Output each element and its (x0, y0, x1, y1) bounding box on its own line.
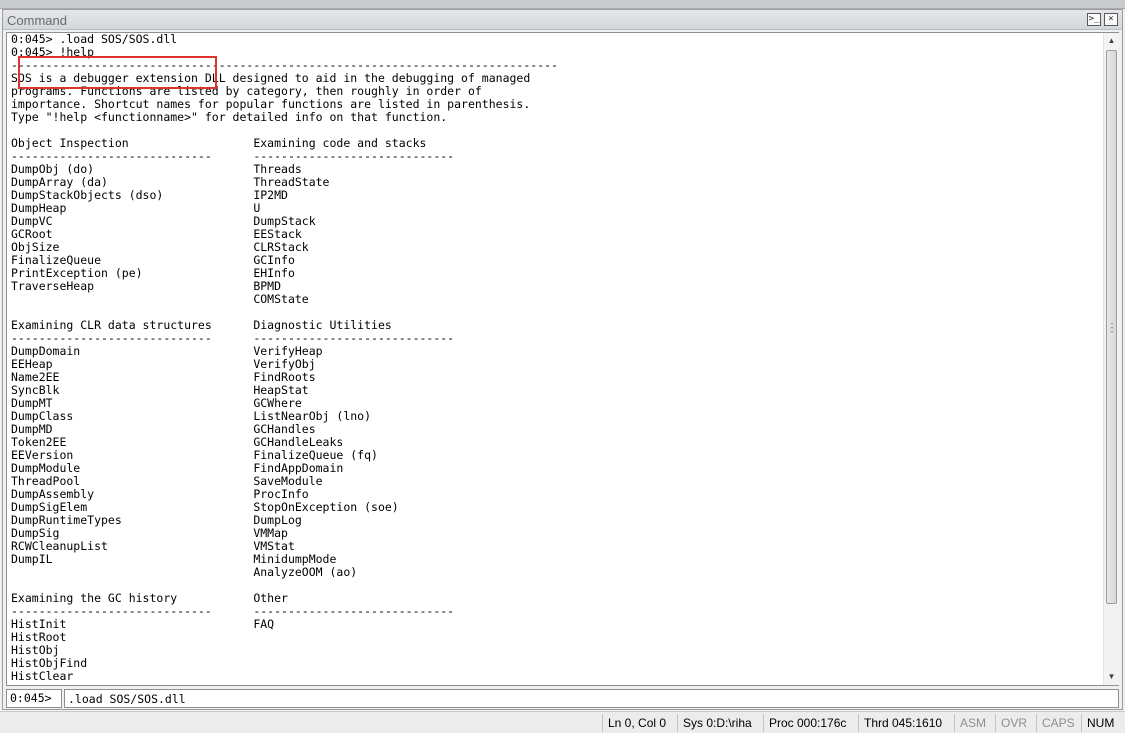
output-text: 0:045> .load SOS/SOS.dll 0:045> !help ----… (11, 33, 1101, 685)
output-pane[interactable]: 0:045> .load SOS/SOS.dll 0:045> !help ----… (6, 32, 1119, 686)
output-line: AnalyzeOOM (ao) (11, 565, 358, 579)
title-bar[interactable]: Command >_ × (3, 10, 1122, 30)
vertical-scrollbar[interactable]: ▲ --- ▼ (1103, 33, 1119, 685)
status-proc: Proc 000:176c (763, 714, 846, 732)
output-line: HistObj (11, 643, 60, 657)
status-thread: Thrd 045:1610 (858, 714, 942, 732)
status-ovr: OVR (995, 714, 1027, 732)
output-line: HistClear (11, 669, 74, 683)
prompt-icon[interactable]: >_ (1087, 13, 1101, 26)
close-icon[interactable]: × (1104, 13, 1118, 26)
status-sys: Sys 0:D:\riha (677, 714, 752, 732)
status-asm: ASM (954, 714, 986, 732)
output-line: Type "!help <functionname>" for detailed… (11, 110, 448, 124)
output-line: COMState (11, 292, 309, 306)
scroll-down-icon[interactable]: ▼ (1104, 669, 1119, 685)
command-input[interactable] (64, 689, 1119, 708)
window-title: Command (7, 13, 67, 28)
status-bar: Ln 0, Col 0 Sys 0:D:\riha Proc 000:176c … (0, 711, 1125, 733)
status-num: NUM (1081, 714, 1114, 732)
scroll-thumb[interactable]: --- (1106, 50, 1117, 604)
command-window: Command >_ × 0:045> .load SOS/SOS.dll 0:0… (2, 9, 1123, 710)
output-line: HistObjFind (11, 656, 88, 670)
command-row: 0:045> (6, 689, 1119, 708)
command-prompt: 0:045> (6, 689, 62, 708)
output-line: HistInit FAQ (11, 617, 275, 631)
output-line: HistRoot (11, 630, 67, 644)
prompt-line: 0:045> .load SOS/SOS.dll (11, 33, 178, 46)
status-position: Ln 0, Col 0 (602, 714, 666, 732)
status-caps: CAPS (1036, 714, 1075, 732)
scroll-up-icon[interactable]: ▲ (1104, 33, 1119, 49)
scroll-grip-icon: --- (1110, 319, 1114, 337)
top-strip (0, 0, 1125, 9)
